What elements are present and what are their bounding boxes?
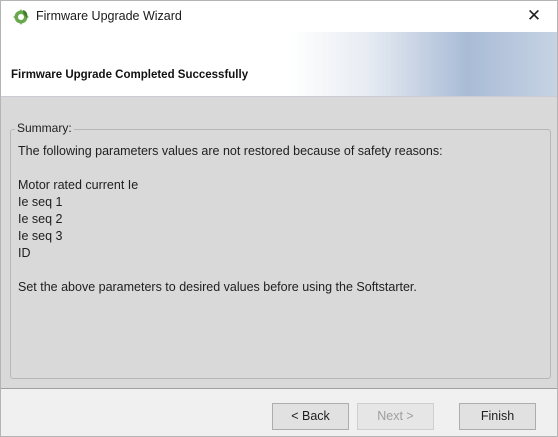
- button-bar: < Back Next > Finish: [1, 389, 557, 436]
- summary-footer: Set the above parameters to desired valu…: [18, 280, 417, 294]
- title-bar: Firmware Upgrade Wizard ✕: [1, 1, 557, 32]
- finish-button[interactable]: Finish: [459, 403, 536, 430]
- parameter-item: Ie seq 2: [18, 212, 63, 226]
- close-button[interactable]: ✕: [511, 1, 557, 32]
- parameter-item: Motor rated current Ie: [18, 178, 139, 192]
- page-title: Firmware Upgrade Completed Successfully: [11, 69, 249, 81]
- parameter-item: ID: [18, 246, 31, 260]
- wizard-window: Firmware Upgrade Wizard ✕ Firmware Upgra…: [0, 0, 558, 437]
- summary-legend: Summary:: [15, 121, 74, 135]
- summary-text: The following parameters values are not …: [18, 143, 548, 296]
- window-title: Firmware Upgrade Wizard: [36, 9, 182, 23]
- back-button[interactable]: < Back: [272, 403, 349, 430]
- app-icon: [12, 8, 30, 26]
- summary-intro: The following parameters values are not …: [18, 144, 443, 158]
- parameter-item: Ie seq 3: [18, 229, 63, 243]
- wizard-content: Summary: The following parameters values…: [1, 97, 557, 389]
- parameter-item: Ie seq 1: [18, 195, 63, 209]
- wizard-header: Firmware Upgrade Completed Successfully: [1, 32, 557, 97]
- next-button[interactable]: Next >: [357, 403, 434, 430]
